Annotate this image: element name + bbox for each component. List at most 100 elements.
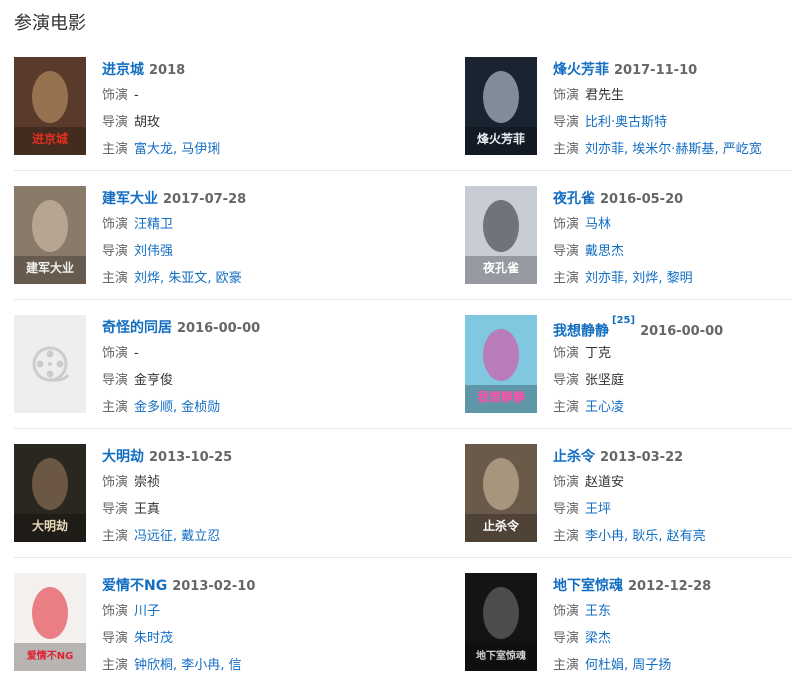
poster-title: 止杀令 bbox=[483, 518, 520, 533]
director-label: 导演 bbox=[553, 502, 580, 517]
person-link[interactable]: 李小冉 bbox=[181, 658, 220, 673]
stars-line: 主演 刘亦菲, 埃米尔·赫斯基, 严屹宽 bbox=[553, 138, 792, 162]
reference-link[interactable]: [25] bbox=[612, 315, 635, 326]
film-poster[interactable]: 我想静静 bbox=[465, 315, 537, 413]
film-card: 地下室惊魂 地下室惊魂 2012-12-28 饰演 王东 导演 梁杰 主演 何杜娟, 周子扬 bbox=[465, 573, 792, 673]
film-title-link[interactable]: 地下室惊魂 bbox=[553, 578, 623, 594]
release-date: 2016-00-00 bbox=[640, 324, 724, 340]
film-card: 大明劫 大明劫 2013-10-25 饰演 崇祯 导演 王真 主演 冯远征, 戴立忍 bbox=[14, 444, 454, 544]
person-link[interactable]: 严屹宽 bbox=[723, 142, 762, 157]
director-label: 导演 bbox=[102, 373, 129, 388]
person-link[interactable]: 马伊琍 bbox=[181, 142, 220, 157]
role-value: 君先生 bbox=[585, 88, 625, 103]
release-date: 2018 bbox=[149, 63, 186, 78]
person-link[interactable]: 周子扬 bbox=[632, 658, 671, 673]
film-poster[interactable]: 爱情不NG bbox=[14, 573, 86, 671]
role-line: 饰演 赵道安 bbox=[553, 471, 792, 495]
role-line: 饰演 王东 bbox=[553, 600, 792, 624]
person-link[interactable]: 刘烨 bbox=[632, 271, 658, 286]
stars-line: 主演 王心凌 bbox=[553, 396, 792, 420]
role-line: 饰演 川子 bbox=[102, 600, 454, 624]
film-poster[interactable]: 建军大业 bbox=[14, 186, 86, 284]
person-link[interactable]: 冯远征 bbox=[134, 529, 173, 544]
role-value[interactable]: 汪精卫 bbox=[134, 217, 173, 232]
director-label: 导演 bbox=[102, 244, 129, 259]
stars-line: 主演 富大龙, 马伊琍 bbox=[102, 138, 454, 162]
person-link[interactable]: 金多顺 bbox=[134, 400, 173, 415]
person-link[interactable]: 刘亦菲 bbox=[585, 271, 624, 286]
film-title-link[interactable]: 进京城 bbox=[102, 62, 144, 78]
person-link[interactable]: 耿乐 bbox=[632, 529, 658, 544]
film-title-link[interactable]: 止杀令 bbox=[553, 449, 595, 465]
role-value[interactable]: 王东 bbox=[585, 604, 611, 619]
film-poster[interactable]: 烽火芳菲 bbox=[465, 57, 537, 155]
person-link[interactable]: 富大龙 bbox=[134, 142, 173, 157]
release-date: 2013-10-25 bbox=[149, 450, 233, 465]
person-link[interactable]: 王心凌 bbox=[585, 400, 624, 415]
person-link[interactable]: 欧豪 bbox=[216, 271, 242, 286]
person-link[interactable]: 朱亚文 bbox=[168, 271, 207, 286]
film-poster[interactable]: 进京城 bbox=[14, 57, 86, 155]
director-label: 导演 bbox=[553, 244, 580, 259]
poster-art: 建军大业 bbox=[14, 186, 86, 284]
person-link[interactable]: 梁杰 bbox=[585, 631, 611, 646]
poster-art: 地下室惊魂 bbox=[465, 573, 537, 671]
film-poster[interactable]: 止杀令 bbox=[465, 444, 537, 542]
film-title-link[interactable]: 奇怪的同居 bbox=[102, 320, 172, 336]
stars-line: 主演 刘亦菲, 刘烨, 黎明 bbox=[553, 267, 792, 291]
film-poster[interactable]: 夜孔雀 bbox=[465, 186, 537, 284]
film-title-link[interactable]: 大明劫 bbox=[102, 449, 144, 465]
film-card: 进京城 进京城 2018 饰演 - 导演 胡玫 主演 富大龙, 马伊琍 bbox=[14, 57, 454, 157]
person-link[interactable]: 朱时茂 bbox=[134, 631, 173, 646]
person-link[interactable]: 信 bbox=[229, 658, 242, 673]
person-link[interactable]: 钟欣桐 bbox=[134, 658, 173, 673]
role-line: 饰演 君先生 bbox=[553, 84, 792, 108]
person-link[interactable]: 黎明 bbox=[667, 271, 693, 286]
person-link[interactable]: 刘亦菲 bbox=[585, 142, 624, 157]
film-title-link[interactable]: 建军大业 bbox=[102, 191, 158, 207]
stars-label: 主演 bbox=[553, 529, 580, 544]
film-card: 建军大业 建军大业 2017-07-28 饰演 汪精卫 导演 刘伟强 主演 刘烨, 朱亚文, 欧… bbox=[14, 186, 454, 286]
person-link: 王真 bbox=[134, 502, 161, 517]
film-row: 爱情不NG 爱情不NG 2013-02-10 饰演 川子 导演 朱时茂 主演 钟欣桐, 李小冉,… bbox=[14, 558, 792, 682]
film-title-line: 止杀令 2013-03-22 bbox=[553, 444, 792, 468]
stars-label: 主演 bbox=[553, 658, 580, 673]
film-title-line: 大明劫 2013-10-25 bbox=[102, 444, 454, 468]
film-title-line: 进京城 2018 bbox=[102, 57, 454, 81]
person-link[interactable]: 刘烨 bbox=[134, 271, 160, 286]
film-title-link[interactable]: 夜孔雀 bbox=[553, 191, 595, 207]
director-line: 导演 刘伟强 bbox=[102, 240, 454, 264]
film-reel-icon bbox=[32, 346, 70, 382]
release-date: 2013-02-10 bbox=[172, 579, 256, 594]
role-label: 饰演 bbox=[102, 604, 129, 619]
role-label: 饰演 bbox=[553, 346, 580, 361]
role-value[interactable]: 马林 bbox=[585, 217, 611, 232]
film-info: 地下室惊魂 2012-12-28 饰演 王东 导演 梁杰 主演 何杜娟, 周子扬 bbox=[553, 573, 792, 678]
person-link[interactable]: 刘伟强 bbox=[134, 244, 173, 259]
poster-art: 烽火芳菲 bbox=[465, 57, 537, 155]
film-title-link[interactable]: 爱情不NG bbox=[102, 578, 167, 594]
director-line: 导演 王坪 bbox=[553, 498, 792, 522]
person-link[interactable]: 比利·奥古斯特 bbox=[585, 115, 667, 130]
stars-label: 主演 bbox=[102, 142, 129, 157]
director-label: 导演 bbox=[102, 502, 129, 517]
person-link[interactable]: 戴思杰 bbox=[585, 244, 624, 259]
director-line: 导演 戴思杰 bbox=[553, 240, 792, 264]
person-link[interactable]: 李小冉 bbox=[585, 529, 624, 544]
person-link[interactable]: 赵有亮 bbox=[667, 529, 706, 544]
person-link[interactable]: 金桢勋 bbox=[181, 400, 220, 415]
film-row: 进京城 进京城 2018 饰演 - 导演 胡玫 主演 富大龙, 马伊琍 烽火芳菲 烽火芳菲 2017-… bbox=[14, 42, 792, 171]
person-link[interactable]: 何杜娟 bbox=[585, 658, 624, 673]
role-value[interactable]: 川子 bbox=[134, 604, 160, 619]
stars-line: 主演 李小冉, 耿乐, 赵有亮 bbox=[553, 525, 792, 549]
film-title-line: 我想静静[25] 2016-00-00 bbox=[553, 315, 792, 339]
film-title-link[interactable]: 我想静静 bbox=[553, 323, 609, 339]
film-poster[interactable] bbox=[14, 315, 86, 413]
person-link[interactable]: 王坪 bbox=[585, 502, 611, 517]
person-link[interactable]: 戴立忍 bbox=[181, 529, 220, 544]
person-link[interactable]: 埃米尔·赫斯基 bbox=[632, 142, 714, 157]
film-title-link[interactable]: 烽火芳菲 bbox=[553, 62, 609, 78]
film-poster[interactable]: 大明劫 bbox=[14, 444, 86, 542]
poster-title: 大明劫 bbox=[32, 518, 68, 533]
film-poster[interactable]: 地下室惊魂 bbox=[465, 573, 537, 671]
